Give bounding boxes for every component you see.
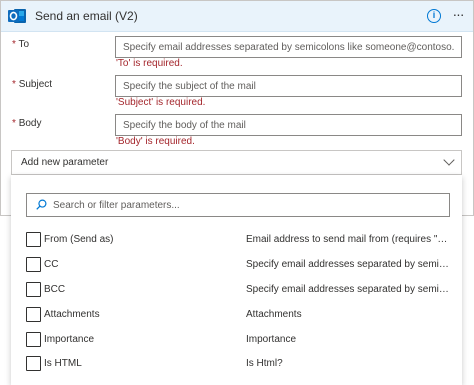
to-error: 'To' is required.	[116, 58, 183, 69]
search-icon	[36, 199, 47, 210]
required-mark: *	[12, 79, 16, 90]
parameter-name: Is HTML	[44, 358, 82, 369]
parameter-description: Is Html?	[246, 358, 283, 369]
required-mark: *	[12, 118, 16, 129]
parameter-search-box[interactable]	[26, 193, 450, 217]
subject-field[interactable]	[115, 75, 462, 97]
parameter-option-attachments[interactable]: Attachments Attachments	[26, 306, 456, 326]
parameter-option-bcc[interactable]: BCC Specify email addresses separated by…	[26, 281, 456, 301]
parameter-description: Importance	[246, 334, 297, 345]
body-label: * Body	[12, 118, 41, 129]
to-label-text: To	[18, 39, 30, 50]
subject-label: * Subject	[12, 79, 52, 90]
body-label-text: Body	[18, 118, 42, 129]
to-field[interactable]	[115, 36, 462, 58]
chevron-down-icon	[443, 154, 455, 166]
add-new-parameter-dropdown[interactable]: Add new parameter	[11, 150, 462, 175]
info-icon[interactable]: i	[427, 9, 441, 23]
checkbox[interactable]	[26, 356, 41, 371]
parameter-description: Attachments	[246, 309, 302, 320]
parameter-name: CC	[44, 259, 59, 270]
parameter-option-cc[interactable]: CC Specify email addresses separated by …	[26, 256, 456, 276]
subject-error: 'Subject' is required.	[116, 97, 206, 108]
parameter-name: Importance	[44, 334, 95, 345]
checkbox[interactable]	[26, 257, 41, 272]
outlook-icon	[8, 9, 26, 23]
parameter-name: Attachments	[44, 309, 100, 320]
parameter-description: Specify email addresses separated by sem…	[246, 284, 452, 295]
checkbox[interactable]	[26, 232, 41, 247]
action-header[interactable]: Send an email (V2) i ···	[1, 1, 473, 32]
parameter-name: BCC	[44, 284, 66, 295]
action-title: Send an email (V2)	[35, 9, 138, 23]
checkbox[interactable]	[26, 282, 41, 297]
body-field[interactable]	[115, 114, 462, 136]
parameter-description: Specify email addresses separated by sem…	[246, 259, 452, 270]
checkbox[interactable]	[26, 307, 41, 322]
parameter-option-is-html[interactable]: Is HTML Is Html?	[26, 355, 456, 375]
parameter-name: From (Send as)	[44, 234, 114, 245]
required-mark: *	[12, 39, 16, 50]
to-label: * To	[12, 39, 29, 50]
more-icon[interactable]: ···	[449, 7, 467, 25]
add-new-parameter-label: Add new parameter	[21, 157, 109, 168]
body-error: 'Body' is required.	[116, 136, 195, 147]
subject-label-text: Subject	[18, 79, 53, 90]
parameter-description: Email address to send mail from (require…	[246, 234, 452, 245]
parameter-option-from[interactable]: From (Send as) Email address to send mai…	[26, 231, 456, 251]
parameter-option-importance[interactable]: Importance Importance	[26, 331, 456, 351]
checkbox[interactable]	[26, 332, 41, 347]
parameter-search-input[interactable]	[53, 198, 443, 213]
